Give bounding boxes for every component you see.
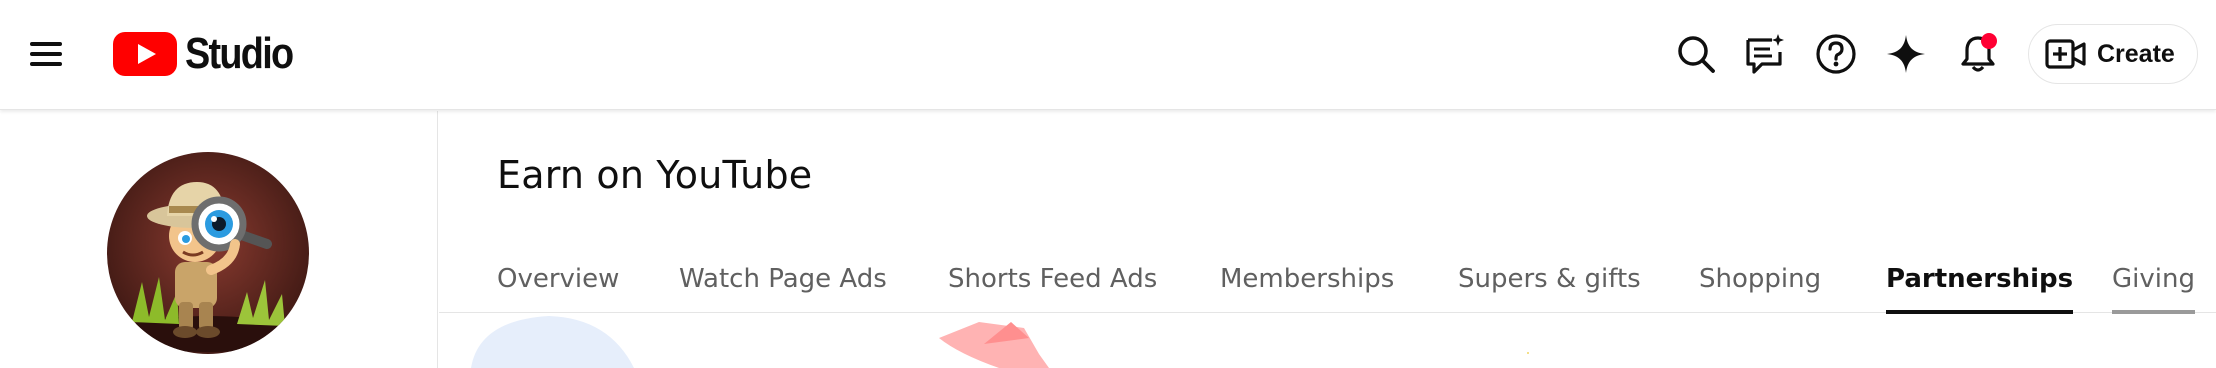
youtube-logo-icon xyxy=(113,32,177,76)
create-video-icon xyxy=(2045,39,2086,69)
tab-partnerships[interactable]: Partnerships xyxy=(1886,251,2074,314)
create-label: Create xyxy=(2097,39,2175,68)
tab-partnerships-label: Partnerships xyxy=(1886,264,2074,294)
tab-giving-label: Giving xyxy=(2112,264,2195,294)
tab-giving[interactable]: Giving xyxy=(2112,251,2195,314)
notifications-icon[interactable] xyxy=(1952,28,2004,80)
tab-memberships[interactable]: Memberships xyxy=(1220,251,1394,313)
tab-watch-page-ads[interactable]: Watch Page Ads xyxy=(679,251,887,313)
content-illustration-peek xyxy=(439,314,2216,368)
channel-avatar[interactable] xyxy=(107,152,309,354)
tab-overview[interactable]: Overview xyxy=(497,251,619,313)
studio-logo[interactable]: Studio xyxy=(113,26,310,82)
help-icon[interactable] xyxy=(1810,28,1862,80)
tab-bar: Overview Watch Page Ads Shorts Feed Ads … xyxy=(439,251,2216,314)
notification-dot xyxy=(1981,33,1997,49)
tab-supers-gifts[interactable]: Supers & gifts xyxy=(1458,251,1641,313)
feedback-icon[interactable] xyxy=(1738,28,1790,80)
main-content: Earn on YouTube Overview Watch Page Ads … xyxy=(439,111,2216,368)
tab-shorts-feed-ads[interactable]: Shorts Feed Ads xyxy=(948,251,1157,313)
search-icon[interactable] xyxy=(1670,28,1722,80)
menu-icon[interactable] xyxy=(22,30,70,78)
sparkle-icon[interactable] xyxy=(1880,28,1932,80)
page-title: Earn on YouTube xyxy=(497,153,813,197)
top-bar: Studio Create xyxy=(0,0,2216,110)
sidebar xyxy=(0,111,438,368)
create-button[interactable]: Create xyxy=(2028,24,2198,84)
logo-text: Studio xyxy=(185,29,294,78)
tab-shopping[interactable]: Shopping xyxy=(1699,251,1821,313)
